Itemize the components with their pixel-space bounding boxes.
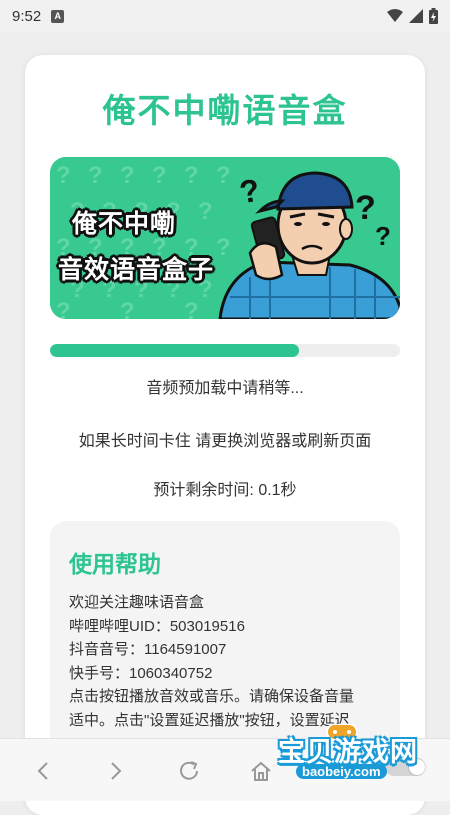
eta-text: 预计剩余时间: 0.1秒 bbox=[153, 482, 297, 499]
svg-text:?: ? bbox=[355, 189, 376, 227]
svg-text:?: ? bbox=[184, 298, 199, 319]
svg-text:?: ? bbox=[88, 162, 103, 189]
help-content: 欢迎关注趣味语音盒 哔哩哔哩UID：503019516 抖音音号：1164591… bbox=[69, 591, 389, 732]
home-icon[interactable] bbox=[247, 757, 275, 785]
hint-text: 如果长时间卡住 请更换浏览器或刷新页面 bbox=[78, 433, 372, 450]
help-line: 哔哩哔哩UID：503019516 bbox=[69, 617, 245, 635]
svg-text:?: ? bbox=[375, 221, 391, 251]
progress-fill bbox=[50, 344, 299, 357]
banner-image: ?????? ????? ?????? ????? ??? ? ? ? 俺不中嘞… bbox=[50, 157, 400, 319]
svg-text:?: ? bbox=[120, 162, 135, 189]
svg-text:?: ? bbox=[56, 162, 71, 189]
banner-line-2: 音效语音盒子 bbox=[58, 256, 215, 284]
help-line: 点击按钮播放音效或音乐。请确保设备音量 bbox=[69, 688, 355, 705]
status-time: 9:52 bbox=[12, 7, 42, 25]
loading-progress-bar bbox=[50, 344, 400, 357]
signal-icon bbox=[409, 9, 423, 23]
banner-line-1: 俺不中嘞 bbox=[72, 210, 177, 238]
back-icon[interactable] bbox=[30, 757, 58, 785]
svg-text:?: ? bbox=[198, 198, 213, 225]
loading-status-text: 音频预加载中请稍等... bbox=[146, 380, 304, 397]
help-line: 快手号：1060340752 bbox=[69, 664, 213, 682]
svg-text:?: ? bbox=[152, 162, 167, 189]
status-bar: 9:52 A bbox=[0, 0, 450, 32]
app-notification-icon: A bbox=[51, 9, 65, 23]
forward-icon[interactable] bbox=[101, 757, 129, 785]
battery-charging-icon bbox=[429, 8, 438, 24]
svg-text:?: ? bbox=[216, 234, 231, 261]
help-title: 使用帮助 bbox=[69, 551, 161, 577]
svg-text:?: ? bbox=[120, 298, 135, 319]
refresh-icon[interactable] bbox=[175, 757, 203, 785]
svg-text:?: ? bbox=[56, 298, 71, 319]
help-line: 欢迎关注趣味语音盒 bbox=[69, 594, 205, 611]
help-line: 抖音音号：1164591007 bbox=[69, 641, 227, 658]
page-title: 俺不中嘞语音盒 bbox=[102, 92, 348, 129]
wifi-icon bbox=[387, 9, 403, 23]
svg-text:?: ? bbox=[216, 162, 231, 189]
watermark-url: baobeiy.com bbox=[296, 764, 387, 779]
svg-text:?: ? bbox=[184, 162, 199, 189]
